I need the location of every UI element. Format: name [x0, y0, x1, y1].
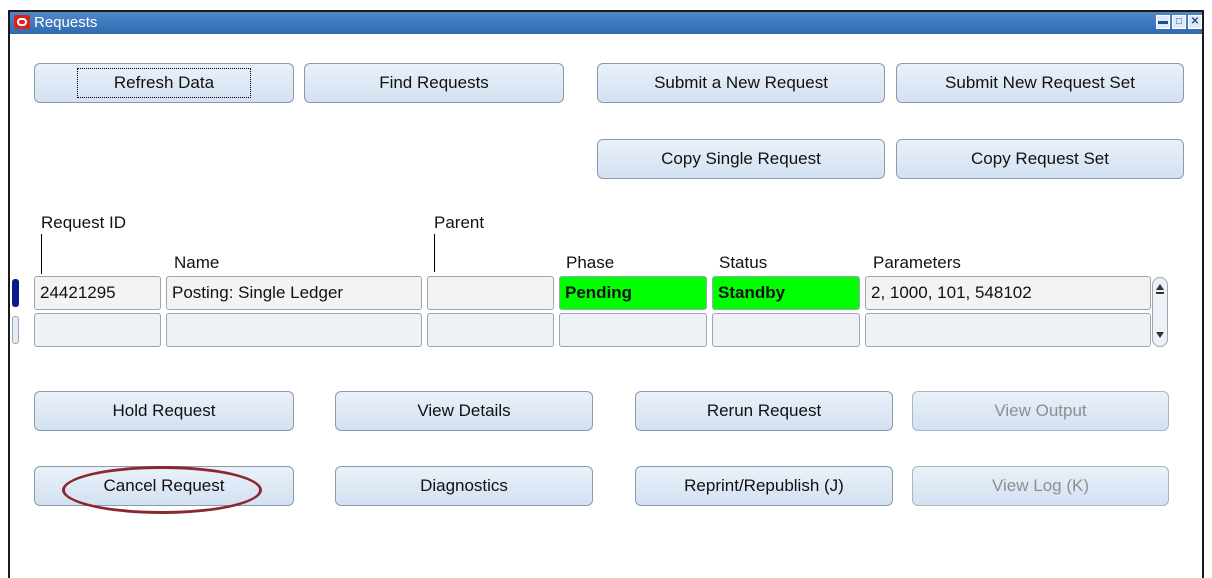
- copy-single-request-button[interactable]: Copy Single Request: [597, 139, 885, 179]
- header-parameters: Parameters: [873, 253, 961, 272]
- cell-request-id[interactable]: [34, 313, 161, 347]
- cell-parameters[interactable]: 2, 1000, 101, 548102: [865, 276, 1151, 310]
- scroll-up-icon[interactable]: [1156, 284, 1164, 290]
- cell-phase[interactable]: [559, 313, 707, 347]
- refresh-data-button[interactable]: Refresh Data: [34, 63, 294, 103]
- window-title: Requests: [34, 14, 98, 31]
- refresh-data-label: Refresh Data: [76, 68, 252, 98]
- cell-parent[interactable]: [427, 313, 554, 347]
- maximize-icon[interactable]: □: [1172, 15, 1186, 29]
- oracle-logo-icon: [14, 15, 30, 29]
- cell-status[interactable]: Standby: [712, 276, 860, 310]
- header-phase: Phase: [566, 253, 615, 272]
- header-request-id: Request ID: [41, 213, 127, 232]
- row-indicator-active[interactable]: [12, 279, 19, 307]
- titlebar: Requests ▬ □ ✕: [10, 12, 1202, 34]
- cell-status[interactable]: [712, 313, 860, 347]
- diagnostics-button[interactable]: Diagnostics: [335, 466, 593, 506]
- cell-request-id[interactable]: 24421295: [34, 276, 161, 310]
- scroll-up-bar: [1156, 292, 1164, 294]
- view-details-button[interactable]: View Details: [335, 391, 593, 431]
- table-scrollbar[interactable]: [1152, 277, 1168, 347]
- header-status: Status: [719, 253, 768, 272]
- minimize-icon[interactable]: ▬: [1156, 15, 1170, 29]
- cell-parent[interactable]: [427, 276, 554, 310]
- header-parent: Parent: [434, 213, 485, 232]
- cell-name[interactable]: Posting: Single Ledger: [166, 276, 422, 310]
- header-divider: [434, 234, 435, 272]
- find-requests-button[interactable]: Find Requests: [304, 63, 564, 103]
- submit-new-request-button[interactable]: Submit a New Request: [597, 63, 885, 103]
- view-log-button[interactable]: View Log (K): [912, 466, 1169, 506]
- reprint-republish-button[interactable]: Reprint/Republish (J): [635, 466, 893, 506]
- header-divider: [41, 234, 42, 274]
- row-indicator[interactable]: [12, 316, 19, 344]
- copy-request-set-button[interactable]: Copy Request Set: [896, 139, 1184, 179]
- rerun-request-button[interactable]: Rerun Request: [635, 391, 893, 431]
- hold-request-button[interactable]: Hold Request: [34, 391, 294, 431]
- close-icon[interactable]: ✕: [1188, 15, 1202, 29]
- header-name: Name: [174, 253, 220, 272]
- view-output-button[interactable]: View Output: [912, 391, 1169, 431]
- submit-new-request-set-button[interactable]: Submit New Request Set: [896, 63, 1184, 103]
- cell-phase[interactable]: Pending: [559, 276, 707, 310]
- cell-parameters[interactable]: [865, 313, 1151, 347]
- scroll-down-icon[interactable]: [1156, 332, 1164, 338]
- cancel-request-button[interactable]: Cancel Request: [34, 466, 294, 506]
- cell-name[interactable]: [166, 313, 422, 347]
